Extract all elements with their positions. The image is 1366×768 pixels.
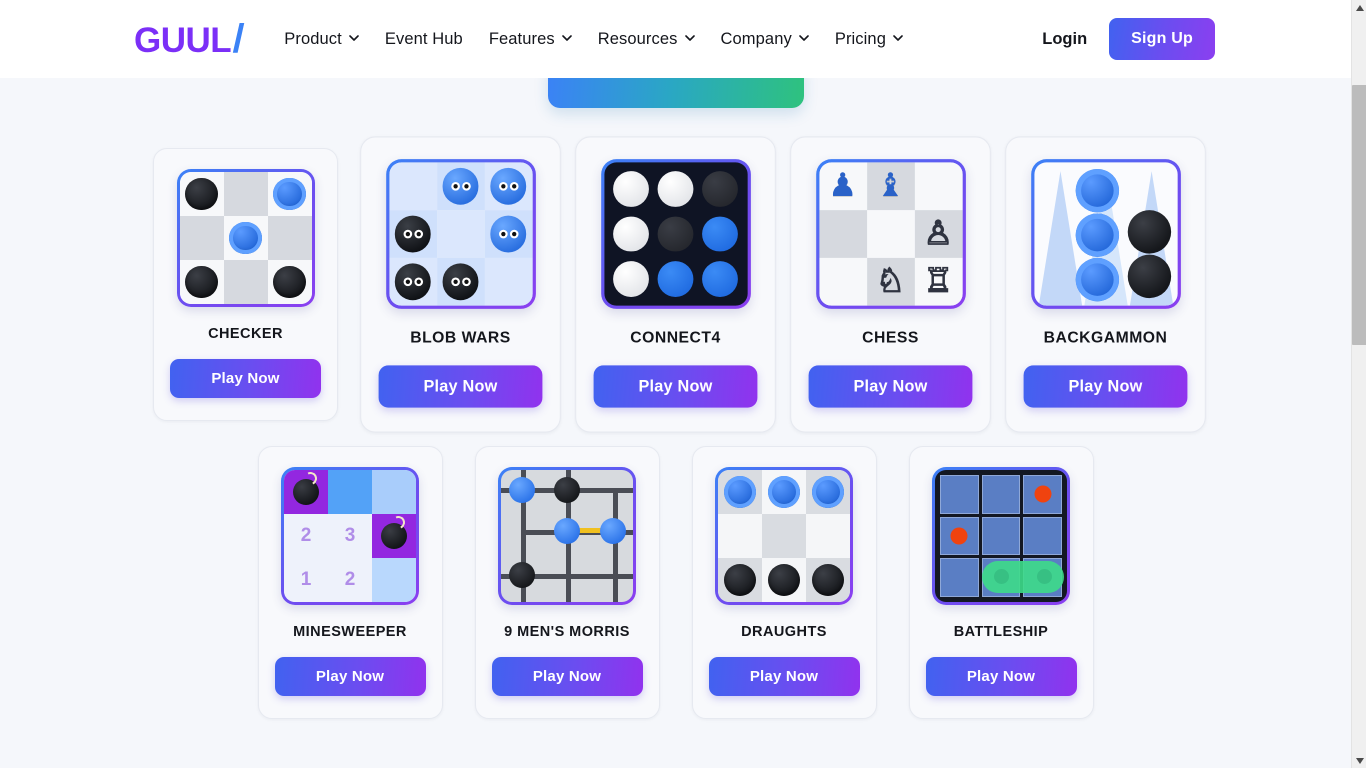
battleship-hit-marker — [1034, 485, 1052, 503]
play-now-button-battleship[interactable]: Play Now — [925, 657, 1077, 696]
site-logo[interactable]: GUUL / — [134, 17, 246, 61]
logo-text: GUUL — [134, 21, 232, 60]
hero-banner-remnant — [0, 64, 1351, 114]
nav-label-company: Company — [720, 29, 792, 48]
chess-board-preview: ♟ ♝ ♙ ♘ ♖ — [815, 159, 966, 309]
battleship-board-preview — [932, 467, 1070, 605]
chess-blue-pawn-icon: ♟ — [828, 167, 858, 204]
scrollbar-thumb[interactable] — [1352, 85, 1366, 345]
page-viewport: GUUL / Product Event Hub Features Resour… — [0, 0, 1351, 768]
nav-label-resources: Resources — [597, 29, 678, 48]
page-scrollbar[interactable] — [1351, 0, 1366, 768]
scroll-up-arrow-icon[interactable] — [1352, 0, 1366, 15]
nav-item-event-hub[interactable]: Event Hub — [385, 30, 463, 49]
game-title: MINESWEEPER — [293, 624, 407, 640]
chess-white-rook-icon: ♖ — [923, 263, 954, 300]
nav-label-pricing: Pricing — [834, 29, 886, 48]
play-now-button-blob-wars[interactable]: Play Now — [378, 365, 543, 408]
games-row-1: CHECKER Play Now BLOB WARS Play Now CONN… — [0, 136, 1351, 433]
game-title: CONNECT4 — [630, 329, 721, 347]
chevron-down-icon — [893, 33, 903, 43]
chess-blue-bishop-icon: ♝ — [875, 167, 906, 204]
chess-white-knight-icon: ♘ — [875, 263, 906, 300]
nav-label-features: Features — [488, 29, 555, 48]
game-title: CHESS — [862, 329, 919, 347]
main-navigation: Product Event Hub Features Resources Com… — [284, 30, 903, 49]
battleship-ship — [982, 561, 1064, 593]
connect4-board-preview — [600, 159, 751, 309]
game-title: CHECKER — [208, 326, 283, 342]
play-now-button-minesweeper[interactable]: Play Now — [274, 657, 426, 696]
play-now-button-connect4[interactable]: Play Now — [593, 365, 758, 408]
play-now-button-chess[interactable]: Play Now — [808, 365, 973, 408]
bomb-icon — [293, 479, 319, 505]
scroll-down-arrow-icon[interactable] — [1352, 753, 1366, 768]
chevron-down-icon — [349, 33, 359, 43]
nav-item-pricing[interactable]: Pricing — [835, 30, 903, 49]
play-now-button-nine-mens-morris[interactable]: Play Now — [491, 657, 643, 696]
game-card-draughts[interactable]: DRAUGHTS Play Now — [691, 446, 877, 719]
nine-mens-morris-board-preview — [498, 467, 636, 605]
game-card-chess[interactable]: ♟ ♝ ♙ ♘ ♖ CHESS Play Now — [790, 136, 991, 433]
login-link[interactable]: Login — [1042, 30, 1087, 49]
nav-label-event-hub: Event Hub — [384, 29, 463, 48]
logo-slash-icon: / — [232, 17, 246, 61]
nav-item-product[interactable]: Product — [284, 30, 359, 49]
battleship-hit-marker — [950, 527, 968, 545]
games-row-2: 2 3 1 2 MINESWEEPER Play Now 9 MEN'S MOR… — [0, 446, 1351, 719]
header-actions: Login Sign Up — [1042, 18, 1351, 60]
minesweeper-number: 3 — [328, 514, 372, 558]
game-card-connect4[interactable]: CONNECT4 Play Now — [575, 136, 776, 433]
site-header: GUUL / Product Event Hub Features Resour… — [0, 0, 1351, 78]
game-card-checker[interactable]: CHECKER Play Now — [153, 148, 338, 421]
nav-item-company[interactable]: Company — [721, 30, 809, 49]
checker-board-preview — [176, 169, 315, 307]
blob-wars-board-preview — [385, 159, 536, 309]
chevron-down-icon — [561, 33, 572, 43]
game-title: BATTLESHIP — [953, 624, 1049, 640]
minesweeper-number: 2 — [328, 558, 372, 602]
play-now-button-backgammon[interactable]: Play Now — [1023, 365, 1188, 408]
game-card-blob-wars[interactable]: BLOB WARS Play Now — [360, 136, 561, 433]
draughts-board-preview — [715, 467, 853, 605]
game-card-backgammon[interactable]: BACKGAMMON Play Now — [1005, 136, 1206, 433]
game-title: 9 MEN'S MORRIS — [504, 624, 630, 640]
minesweeper-board-preview: 2 3 1 2 — [281, 467, 419, 605]
bomb-icon — [381, 523, 407, 549]
games-section: CHECKER Play Now BLOB WARS Play Now CONN… — [0, 114, 1351, 719]
game-title: BLOB WARS — [410, 329, 511, 347]
play-now-button-checker[interactable]: Play Now — [170, 359, 321, 398]
chess-white-pawn-icon: ♙ — [923, 215, 954, 252]
minesweeper-number: 2 — [284, 514, 328, 558]
minesweeper-number: 1 — [284, 558, 328, 602]
nav-item-resources[interactable]: Resources — [598, 30, 695, 49]
play-now-button-draughts[interactable]: Play Now — [708, 657, 860, 696]
chevron-down-icon — [799, 33, 809, 43]
game-card-battleship[interactable]: BATTLESHIP Play Now — [908, 446, 1094, 719]
nav-item-features[interactable]: Features — [489, 30, 572, 49]
game-card-minesweeper[interactable]: 2 3 1 2 MINESWEEPER Play Now — [257, 446, 443, 719]
game-title: BACKGAMMON — [1043, 329, 1168, 347]
signup-button[interactable]: Sign Up — [1109, 18, 1215, 60]
game-title: DRAUGHTS — [741, 624, 827, 640]
nav-label-product: Product — [284, 29, 342, 48]
chevron-down-icon — [684, 33, 695, 43]
game-card-nine-mens-morris[interactable]: 9 MEN'S MORRIS Play Now — [474, 446, 660, 719]
backgammon-board-preview — [1030, 159, 1181, 309]
